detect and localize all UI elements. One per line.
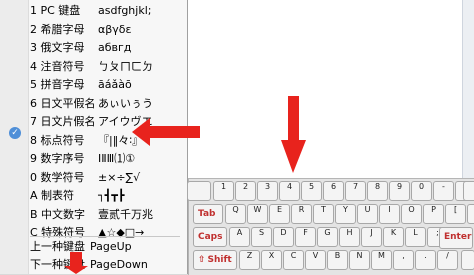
annotation-arrows (64, 96, 306, 274)
arrow-down-icon (281, 96, 306, 173)
arrow-down-icon (64, 252, 88, 274)
arrow-left-icon (132, 118, 200, 146)
